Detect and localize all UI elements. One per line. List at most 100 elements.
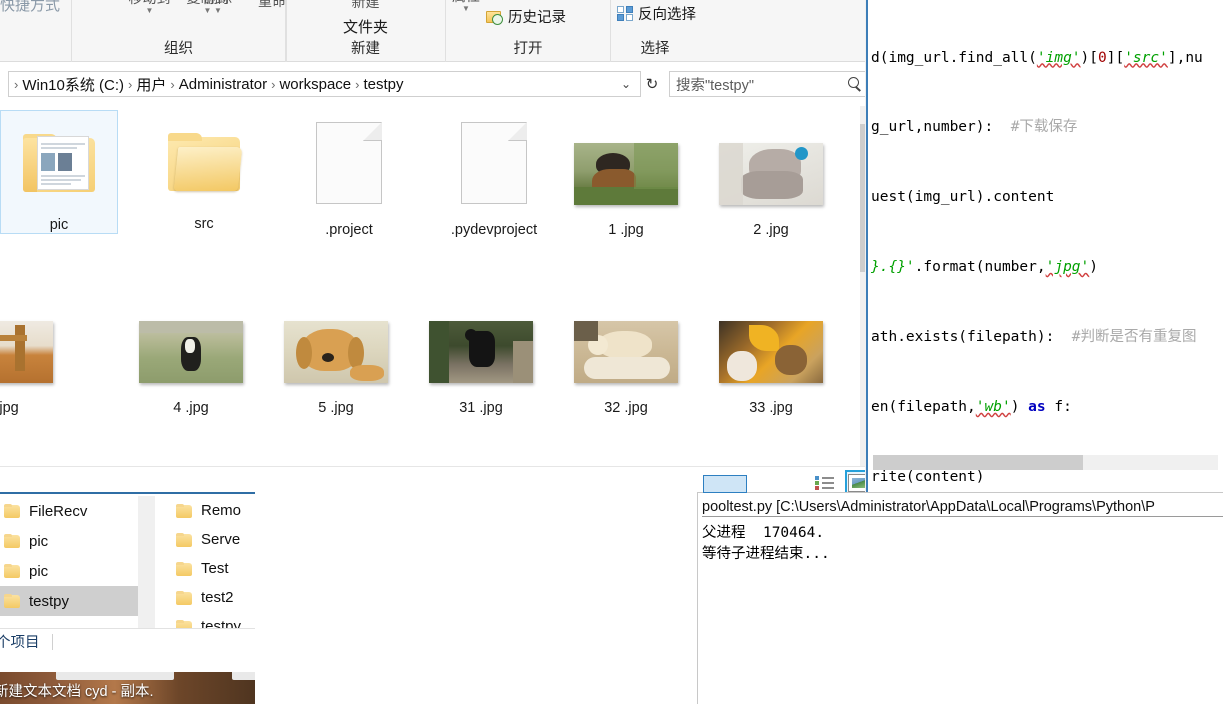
history-button[interactable]: 历史记录 xyxy=(486,6,566,27)
panel-status-bar: 个项目 xyxy=(0,628,255,654)
taskbar-item[interactable] xyxy=(56,672,174,680)
tree-scrollbar[interactable]: ⌄ xyxy=(138,496,155,644)
editor-horizontal-scrollbar[interactable] xyxy=(873,455,1218,470)
item-name: 2 .jpg xyxy=(753,222,789,238)
new-folder-button[interactable]: 文件夹 xyxy=(343,16,388,37)
desktop-icon-label: 新建文本文档 cyd - 副本. xyxy=(0,684,154,700)
properties-button[interactable]: 属性 ▼ xyxy=(452,0,480,13)
code-line: }.{}'.format(number,'jpg') xyxy=(871,259,1098,276)
code-line: en(filepath,'wb') as f: xyxy=(871,399,1072,416)
item-icon xyxy=(422,306,540,398)
item-name: pic xyxy=(49,217,69,233)
background-fill-bottom xyxy=(255,672,697,704)
tree-item-testpy[interactable]: testpy xyxy=(0,586,140,616)
breadcrumb-item-0[interactable]: Win10系统 (C:) xyxy=(19,74,127,95)
address-dropdown-icon[interactable]: ⌄ xyxy=(617,77,638,91)
ribbon-group-open-label: 打开 xyxy=(513,41,543,57)
folder-tree-right[interactable]: Remo Serve Test test2 testpy xyxy=(172,496,255,644)
console-header: pooltest.py [C:\Users\Administrator\AppD… xyxy=(702,499,1223,517)
code-line: uest(img_url).content xyxy=(871,189,1055,206)
folder-tree-left[interactable]: FileRecv pic pic testpy xyxy=(0,496,140,644)
folder-icon xyxy=(4,534,20,548)
list-item[interactable]: 2 .jpg xyxy=(712,128,830,238)
breadcrumb-item-2[interactable]: Administrator xyxy=(176,76,270,93)
breadcrumb-item-3[interactable]: workspace xyxy=(276,76,354,93)
item-name: src xyxy=(194,216,214,232)
file-list[interactable]: pic src .project .pydevproject 1 .jpg 2 … xyxy=(0,106,877,466)
item-icon xyxy=(0,306,60,398)
tree-item-label: pic xyxy=(29,532,49,550)
photo-thumbnail xyxy=(429,321,533,383)
item-icon xyxy=(567,128,685,220)
folder-icon xyxy=(176,532,192,547)
list-item[interactable]: 32 .jpg xyxy=(567,306,685,416)
tree-item-test2[interactable]: test2 xyxy=(172,583,255,612)
invert-selection-button[interactable]: 反向选择 xyxy=(617,3,696,24)
chevron-down-icon: ▼ xyxy=(462,4,470,13)
address-bar: › Win10系统 (C:) › 用户 › Administrator › wo… xyxy=(0,62,877,106)
shortcut-label[interactable]: 快捷方式 xyxy=(0,0,60,15)
delete-button[interactable]: 删除 ▼ xyxy=(204,0,232,15)
folder-icon xyxy=(4,504,20,518)
tree-item-serve[interactable]: Serve xyxy=(172,525,255,554)
folder-with-preview-icon xyxy=(23,134,95,192)
tree-item-pic-2[interactable]: pic xyxy=(0,556,140,586)
tree-item-test[interactable]: Test xyxy=(172,554,255,583)
ribbon-group-open: 属性 ▼ 历史记录 打开 xyxy=(446,0,611,62)
item-name: 31 .jpg xyxy=(459,400,503,416)
list-item[interactable]: 5 .jpg xyxy=(277,306,395,416)
tree-item-label: pic xyxy=(29,562,49,580)
tree-item-label: test2 xyxy=(201,589,234,606)
breadcrumb-item-1[interactable]: 用户 xyxy=(133,74,169,95)
ribbon-group-shortcut: 快捷方式 xyxy=(0,0,72,62)
code-content[interactable]: d(img_url.find_all('img')[0]['src'],nu g… xyxy=(871,0,1223,492)
list-item[interactable]: 3 .jpg xyxy=(0,306,60,416)
breadcrumb-item-4[interactable]: testpy xyxy=(360,76,406,93)
ribbon: 快捷方式 移动到 ▼ 复制到 ▼ 组织 xyxy=(0,0,877,62)
tree-item-remo[interactable]: Remo xyxy=(172,496,255,525)
item-name: 33 .jpg xyxy=(749,400,793,416)
list-item[interactable]: 4 .jpg xyxy=(132,306,250,416)
tree-item-pic-1[interactable]: pic xyxy=(0,526,140,556)
list-item[interactable]: .pydevproject xyxy=(424,106,564,238)
ribbon-group-select: 反向选择 选择 xyxy=(611,0,877,62)
scrollbar-thumb[interactable] xyxy=(873,455,1083,470)
console-tab[interactable] xyxy=(703,475,747,493)
address-input[interactable]: › Win10系统 (C:) › 用户 › Administrator › wo… xyxy=(8,71,641,97)
folder-icon xyxy=(168,133,243,191)
taskbar-item[interactable] xyxy=(232,672,255,680)
item-name: 5 .jpg xyxy=(318,400,354,416)
list-item[interactable]: pic xyxy=(0,110,118,234)
list-item[interactable]: 33 .jpg xyxy=(712,306,830,416)
desktop-background: 新建文本文档 cyd - 副本. xyxy=(0,672,255,704)
item-icon xyxy=(567,306,685,398)
refresh-icon[interactable]: ↻ xyxy=(641,75,663,93)
folder-icon xyxy=(176,561,192,576)
item-name: .project xyxy=(325,222,373,238)
list-item[interactable]: .project xyxy=(290,106,408,238)
item-icon xyxy=(290,106,408,220)
console-panel: pooltest.py [C:\Users\Administrator\AppD… xyxy=(697,475,1223,704)
list-item[interactable]: src xyxy=(145,110,263,232)
rename-button[interactable]: 重命名 xyxy=(258,0,286,11)
item-icon xyxy=(1,111,117,215)
file-icon xyxy=(316,122,382,204)
search-input[interactable]: 搜索"testpy" xyxy=(669,71,869,97)
console-output: 父进程 170464. 等待子进程结束... xyxy=(702,523,1223,565)
ribbon-group-new-label: 新建 xyxy=(351,41,380,57)
item-name: 4 .jpg xyxy=(173,400,209,416)
secondary-explorer-panel: FileRecv pic pic testpy ⌄ Remo xyxy=(0,492,255,672)
photo-thumbnail xyxy=(0,321,53,383)
code-line: d(img_url.find_all('img')[0]['src'],nu xyxy=(871,49,1203,66)
move-to-button[interactable]: 移动到 ▼ xyxy=(129,0,171,15)
list-item[interactable]: 31 .jpg xyxy=(422,306,540,416)
photo-thumbnail xyxy=(574,143,678,205)
list-item[interactable]: 1 .jpg xyxy=(567,128,685,238)
item-name: .pydevproject xyxy=(450,222,538,238)
ribbon-group-new: 新建 文件夹 新建 xyxy=(286,0,446,62)
code-editor[interactable]: d(img_url.find_all('img')[0]['src'],nu g… xyxy=(865,0,1223,492)
code-line: ath.exists(filepath): #判断是否有重复图 xyxy=(871,329,1197,346)
item-icon xyxy=(277,306,395,398)
tree-item-label: Remo xyxy=(201,502,242,519)
tree-item-filerecv[interactable]: FileRecv xyxy=(0,496,140,526)
